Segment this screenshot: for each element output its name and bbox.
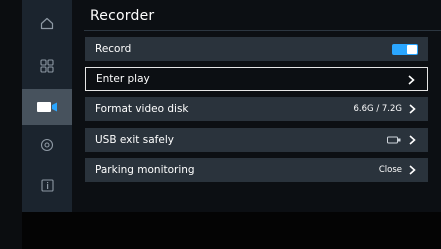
parking-monitoring-label: Parking monitoring	[95, 164, 195, 176]
parking-monitoring-value: Close	[378, 165, 402, 175]
chevron-right-icon	[408, 75, 415, 85]
left-edge-panel	[0, 0, 22, 249]
format-disk-row[interactable]: Format video disk 6.6G / 7.2G	[85, 97, 428, 121]
usb-exit-label: USB exit safely	[95, 134, 174, 146]
apps-icon	[40, 59, 54, 73]
enter-play-label: Enter play	[96, 73, 150, 85]
usb-drive-icon	[387, 136, 401, 144]
parking-monitoring-row[interactable]: Parking monitoring Close	[85, 158, 428, 182]
page-title: Recorder	[90, 8, 155, 24]
sidebar-item-home[interactable]	[22, 5, 72, 41]
record-row[interactable]: Record	[85, 37, 428, 61]
sidebar-item-view[interactable]	[22, 127, 72, 163]
sidebar-item-apps[interactable]	[22, 48, 72, 84]
chevron-right-icon	[409, 135, 416, 145]
eye-icon	[40, 138, 54, 152]
chevron-right-icon	[409, 165, 416, 175]
format-disk-label: Format video disk	[95, 103, 189, 115]
chevron-right-icon	[409, 104, 416, 114]
video-camera-icon	[37, 102, 57, 112]
sidebar-item-recorder[interactable]	[22, 89, 72, 125]
enter-play-row[interactable]: Enter play	[85, 67, 428, 91]
disk-usage-value: 6.6G / 7.2G	[353, 104, 402, 114]
title-divider	[84, 30, 441, 31]
home-icon	[40, 17, 54, 29]
info-icon	[40, 178, 54, 192]
toggle-knob	[407, 45, 417, 54]
sidebar-item-info[interactable]	[22, 167, 72, 203]
record-toggle[interactable]	[392, 44, 418, 55]
sidebar	[22, 0, 72, 212]
record-label: Record	[95, 43, 132, 55]
usb-exit-row[interactable]: USB exit safely	[85, 128, 428, 152]
